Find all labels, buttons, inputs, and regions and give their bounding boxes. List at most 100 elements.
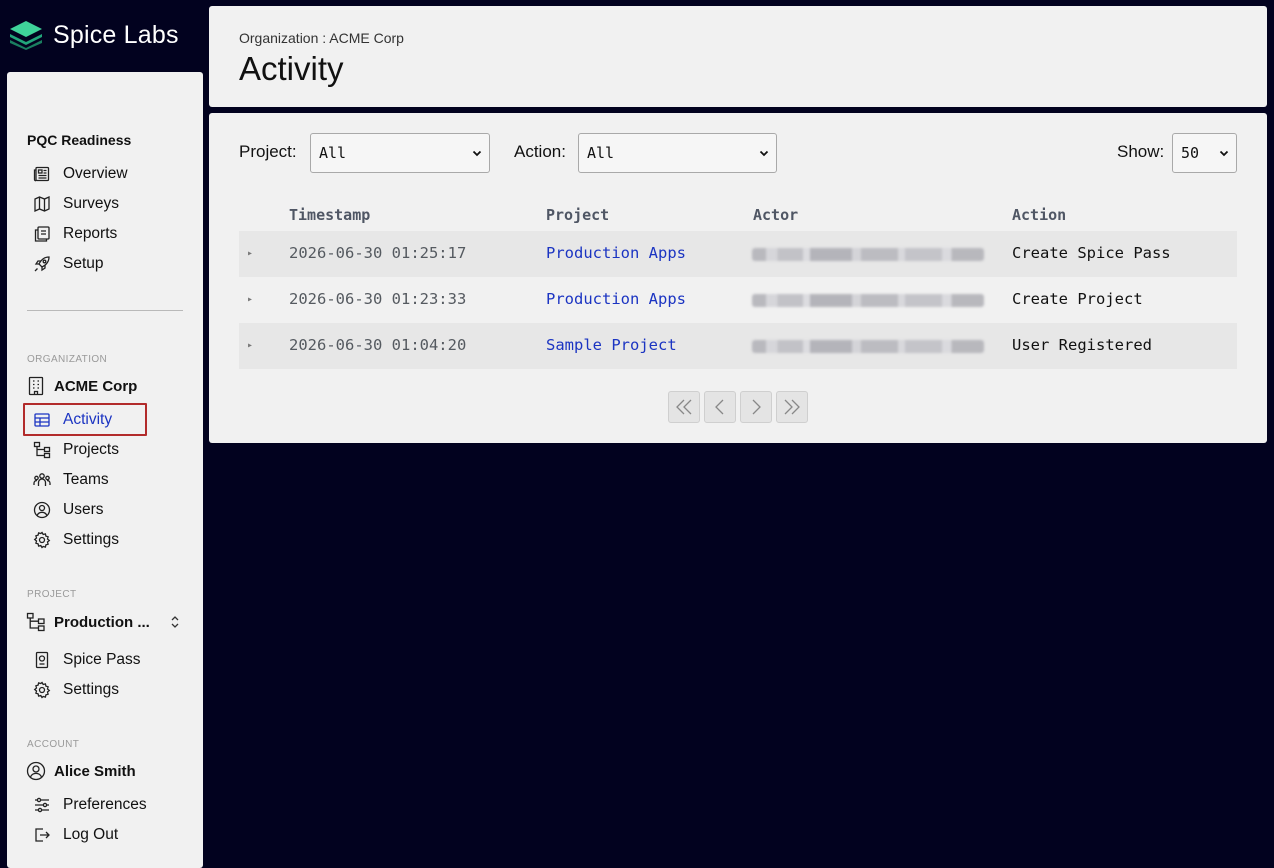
sidebar-item-label: Settings (63, 681, 120, 698)
sidebar-item-projects[interactable]: Projects (33, 439, 119, 461)
project-filter-value: All (319, 144, 347, 162)
chevron-down-icon (1219, 150, 1229, 157)
row-timestamp: 2026-06-30 01:25:17 (289, 244, 467, 262)
sidebar-item-spice-pass[interactable]: Spice Pass (33, 649, 141, 671)
row-action: Create Spice Pass (1012, 244, 1171, 262)
last-page-button[interactable] (776, 391, 808, 423)
project-filter-select[interactable]: All (310, 133, 490, 173)
row-project-link[interactable]: Sample Project (546, 336, 677, 354)
sidebar-item-overview[interactable]: Overview (33, 163, 128, 185)
sidebar-item-teams[interactable]: Teams (33, 469, 109, 491)
activity-panel: Project: All Action: All Show: 50 Timest… (209, 113, 1267, 443)
show-count-label: Show: (1117, 142, 1165, 161)
page-title: Activity (239, 50, 344, 87)
reports-icon (34, 226, 50, 242)
gear-icon (33, 531, 51, 549)
teams-icon (33, 473, 51, 486)
account-header[interactable]: Alice Smith (26, 759, 136, 783)
sidebar-item-activity[interactable]: Activity (33, 409, 112, 431)
expand-row-icon[interactable]: ▸ (247, 294, 253, 305)
organization-name: ACME Corp (54, 377, 138, 395)
column-header-project[interactable]: Project (546, 206, 609, 224)
sidebar-item-project-settings[interactable]: Settings (33, 679, 119, 701)
hierarchy-icon (33, 441, 51, 459)
building-icon (28, 376, 44, 396)
sidebar-item-reports[interactable]: Reports (33, 223, 117, 245)
sidebar-item-label: Activity (63, 411, 113, 428)
sidebar-item-preferences[interactable]: Preferences (33, 794, 147, 816)
expand-row-icon[interactable]: ▸ (247, 248, 253, 259)
rocket-icon (34, 256, 50, 272)
chevron-down-icon (472, 150, 482, 157)
newspaper-icon (33, 166, 50, 182)
column-header-actor[interactable]: Actor (753, 206, 798, 224)
organization-section-label: ORGANIZATION (27, 354, 108, 365)
breadcrumb: Organization : ACME Corp (239, 30, 404, 46)
sidebar-item-org-settings[interactable]: Settings (33, 529, 119, 551)
spice-labs-logo-icon (10, 21, 42, 50)
column-header-action[interactable]: Action (1012, 206, 1066, 224)
show-count-select[interactable]: 50 (1172, 133, 1237, 173)
table-row[interactable]: ▸ 2026-06-30 01:23:33 Production Apps Cr… (239, 277, 1237, 323)
action-filter-select[interactable]: All (578, 133, 777, 173)
sidebar: PQC Readiness Overview Surveys Reports S… (7, 72, 203, 868)
chevron-up-down-icon (171, 616, 179, 628)
organization-header[interactable]: ACME Corp (26, 374, 137, 398)
account-section-label: ACCOUNT (27, 739, 80, 750)
sidebar-item-log-out[interactable]: Log Out (33, 824, 118, 846)
first-page-button[interactable] (668, 391, 700, 423)
column-header-timestamp[interactable]: Timestamp (289, 206, 370, 224)
sidebar-item-label: Log Out (63, 826, 119, 843)
project-filter-label: Project: (239, 142, 297, 161)
sidebar-item-surveys[interactable]: Surveys (33, 193, 119, 215)
row-project-link[interactable]: Production Apps (546, 244, 686, 262)
project-selector[interactable]: Production ... (26, 610, 182, 634)
table-row[interactable]: ▸ 2026-06-30 01:04:20 Sample Project Use… (239, 323, 1237, 369)
sidebar-item-label: Teams (63, 471, 109, 488)
project-name: Production ... (54, 613, 150, 631)
user-circle-icon (26, 761, 46, 781)
action-filter-value: All (587, 144, 615, 162)
sliders-icon (35, 797, 49, 813)
row-actor-redacted (752, 294, 984, 307)
table-header: Timestamp Project Actor Action (239, 201, 1237, 231)
passport-icon (35, 651, 49, 669)
gear-icon (33, 681, 51, 699)
activity-table: Timestamp Project Actor Action ▸ 2026-06… (239, 201, 1237, 369)
project-section-label: PROJECT (27, 589, 77, 600)
pqc-section-title: PQC Readiness (27, 132, 132, 148)
sidebar-item-label: Reports (63, 225, 118, 242)
row-action: Create Project (1012, 290, 1143, 308)
show-count-value: 50 (1181, 144, 1200, 162)
account-name: Alice Smith (54, 762, 136, 780)
sidebar-item-label: Users (63, 501, 104, 518)
prev-page-button[interactable] (704, 391, 736, 423)
sidebar-item-setup[interactable]: Setup (33, 253, 104, 275)
first-page-icon (676, 399, 692, 415)
brand-logo[interactable]: Spice Labs (9, 20, 179, 50)
sidebar-item-users[interactable]: Users (33, 499, 103, 521)
logout-icon (35, 828, 50, 842)
sidebar-item-label: Surveys (63, 195, 119, 212)
prev-page-icon (715, 399, 724, 415)
row-project-link[interactable]: Production Apps (546, 290, 686, 308)
expand-row-icon[interactable]: ▸ (247, 340, 253, 351)
row-actor-redacted (752, 340, 984, 353)
sidebar-item-label: Projects (63, 441, 119, 458)
user-circle-icon (33, 501, 51, 519)
table-icon (34, 413, 50, 427)
sidebar-item-label: Settings (63, 531, 120, 548)
sidebar-item-label: Setup (63, 255, 104, 272)
table-row[interactable]: ▸ 2026-06-30 01:25:17 Production Apps Cr… (239, 231, 1237, 277)
brand-name: Spice Labs (53, 20, 179, 49)
row-timestamp: 2026-06-30 01:04:20 (289, 336, 467, 354)
sidebar-item-label: Preferences (63, 796, 147, 813)
row-timestamp: 2026-06-30 01:23:33 (289, 290, 467, 308)
map-icon (34, 195, 50, 213)
action-filter-label: Action: (514, 142, 566, 161)
hierarchy-icon (26, 612, 45, 632)
row-actor-redacted (752, 248, 984, 261)
next-page-icon (752, 399, 761, 415)
row-action: User Registered (1012, 336, 1152, 354)
next-page-button[interactable] (740, 391, 772, 423)
